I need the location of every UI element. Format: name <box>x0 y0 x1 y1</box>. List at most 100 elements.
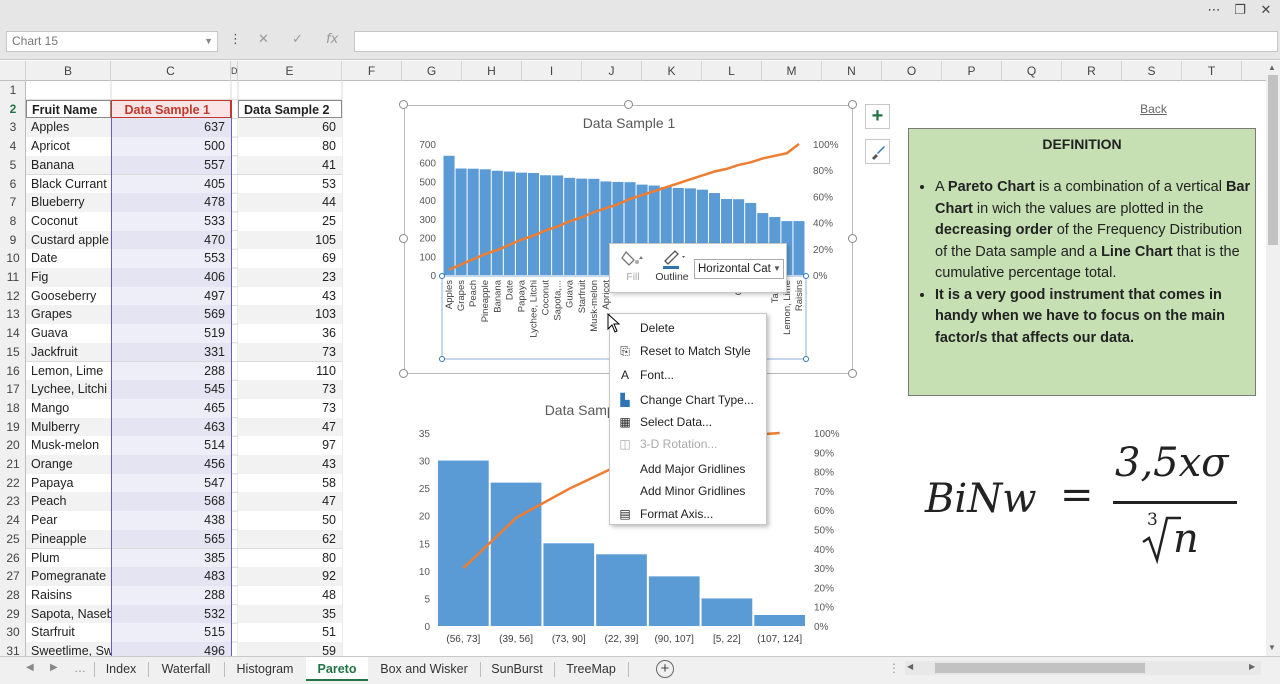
column-header[interactable]: K <box>642 61 702 81</box>
row-header[interactable]: 3 <box>0 118 25 137</box>
column-header[interactable]: C <box>111 61 231 81</box>
scroll-left-icon[interactable]: ◀ <box>907 662 913 671</box>
row-header[interactable]: 2 <box>0 100 25 119</box>
bar[interactable] <box>540 175 552 275</box>
column-header[interactable]: F <box>342 61 402 81</box>
formula-input[interactable] <box>354 31 1278 52</box>
row-header[interactable]: 29 <box>0 605 25 624</box>
close-window-icon[interactable]: ✕ <box>1252 2 1280 20</box>
column-header[interactable]: I <box>522 61 582 81</box>
chevron-down-icon[interactable]: ▼ <box>771 260 783 278</box>
ribbon-options-icon[interactable]: ⋯ <box>1200 2 1228 20</box>
bar[interactable] <box>543 543 595 626</box>
column-header[interactable]: S <box>1122 61 1182 81</box>
row-header[interactable]: 9 <box>0 231 25 250</box>
row-header[interactable]: 4 <box>0 137 25 156</box>
resize-handle[interactable] <box>399 234 408 243</box>
cancel-icon[interactable]: ✕ <box>258 32 269 47</box>
row-header[interactable]: 20 <box>0 436 25 455</box>
chart-elements-plus-icon[interactable]: + <box>865 104 890 129</box>
column-header[interactable]: P <box>942 61 1002 81</box>
bar[interactable] <box>648 576 700 626</box>
bar[interactable] <box>491 170 503 275</box>
column-header[interactable]: Q <box>1002 61 1062 81</box>
axis-handle[interactable] <box>439 273 445 279</box>
menu-item[interactable]: ⎘ Reset to Match Style <box>610 340 766 362</box>
column-header[interactable]: D <box>231 61 238 81</box>
row-header[interactable]: 5 <box>0 156 25 175</box>
row-header[interactable]: 10 <box>0 249 25 268</box>
chart-styles-brush-icon[interactable] <box>865 139 890 164</box>
tab-scroll-left-icon[interactable]: ◀ <box>26 662 34 673</box>
insert-function-icon[interactable]: fx <box>326 32 338 47</box>
row-header[interactable]: 23 <box>0 492 25 511</box>
bar[interactable] <box>527 173 540 275</box>
bar[interactable] <box>701 598 753 626</box>
resize-handle[interactable] <box>848 369 857 378</box>
row-header[interactable]: 31 <box>0 642 25 656</box>
table-header-cell[interactable]: Data Sample 2 <box>238 99 342 119</box>
bar[interactable] <box>443 155 455 275</box>
axis-handle[interactable] <box>803 273 809 279</box>
menu-item[interactable]: ◫ 3-D Rotation... <box>610 433 766 455</box>
resize-handle[interactable] <box>848 100 857 109</box>
row-header[interactable]: 18 <box>0 399 25 418</box>
menu-item[interactable]: A Font... <box>610 364 766 386</box>
scroll-right-icon[interactable]: ▶ <box>1249 662 1255 671</box>
scroll-thumb[interactable] <box>1268 75 1278 245</box>
axis-handle[interactable] <box>439 356 445 362</box>
column-header[interactable]: G <box>402 61 462 81</box>
fill-button[interactable]: Fill <box>618 248 648 288</box>
enter-icon[interactable]: ✓ <box>292 32 303 47</box>
row-header[interactable]: 13 <box>0 305 25 324</box>
row-header[interactable]: 1 <box>0 81 25 100</box>
bar[interactable] <box>588 178 600 275</box>
row-header[interactable]: 14 <box>0 324 25 343</box>
column-header[interactable]: R <box>1062 61 1122 81</box>
row-header[interactable]: 16 <box>0 362 25 381</box>
bar[interactable] <box>564 177 576 275</box>
more-icon[interactable]: ⋮ <box>229 32 242 47</box>
tab-box-and-wisker[interactable]: Box and Wisker <box>369 657 479 681</box>
tab-pareto[interactable]: Pareto <box>306 657 368 681</box>
select-all-corner[interactable] <box>0 61 26 81</box>
bar[interactable] <box>754 614 805 626</box>
resize-handle[interactable] <box>399 100 408 109</box>
tab-sunburst[interactable]: SunBurst <box>481 657 553 681</box>
resize-handle[interactable] <box>624 100 633 109</box>
chart-element-selector[interactable]: Horizontal Cate ▼ <box>694 259 784 279</box>
column-header[interactable]: J <box>582 61 642 81</box>
axis-handle[interactable] <box>803 356 809 362</box>
row-header[interactable]: 24 <box>0 511 25 530</box>
row-header[interactable]: 12 <box>0 287 25 306</box>
row-header[interactable]: 22 <box>0 474 25 493</box>
menu-item[interactable]: ▙ Change Chart Type... <box>610 389 766 411</box>
add-sheet-icon[interactable]: + <box>656 660 674 678</box>
row-header[interactable]: 17 <box>0 380 25 399</box>
restore-window-icon[interactable]: ❐ <box>1226 2 1254 20</box>
column-header[interactable]: M <box>762 61 822 81</box>
column-header[interactable]: B <box>26 61 111 81</box>
column-header[interactable]: L <box>702 61 762 81</box>
tab-waterfall[interactable]: Waterfall <box>149 657 223 681</box>
tab-scroll-right-icon[interactable]: ▶ <box>50 662 58 673</box>
horizontal-scrollbar[interactable]: ◀ ▶ <box>905 661 1261 675</box>
row-header[interactable]: 30 <box>0 623 25 642</box>
bar[interactable] <box>438 460 489 626</box>
bar[interactable] <box>576 178 588 275</box>
back-link[interactable]: Back <box>1126 102 1181 116</box>
resize-handle[interactable] <box>848 234 857 243</box>
column-header[interactable]: N <box>822 61 882 81</box>
row-header[interactable]: 6 <box>0 175 25 194</box>
column-header[interactable]: H <box>462 61 522 81</box>
chevron-down-icon[interactable]: ▼ <box>204 32 213 51</box>
row-header[interactable]: 26 <box>0 549 25 568</box>
more-tabs-icon[interactable]: … <box>74 661 86 675</box>
split-handle-icon[interactable]: ⋮ <box>888 661 900 675</box>
column-header[interactable]: O <box>882 61 942 81</box>
row-header[interactable]: 8 <box>0 212 25 231</box>
bar[interactable] <box>596 554 647 626</box>
scroll-up-icon[interactable]: ▲ <box>1268 63 1276 72</box>
row-header[interactable]: 15 <box>0 343 25 362</box>
row-header[interactable]: 28 <box>0 586 25 605</box>
